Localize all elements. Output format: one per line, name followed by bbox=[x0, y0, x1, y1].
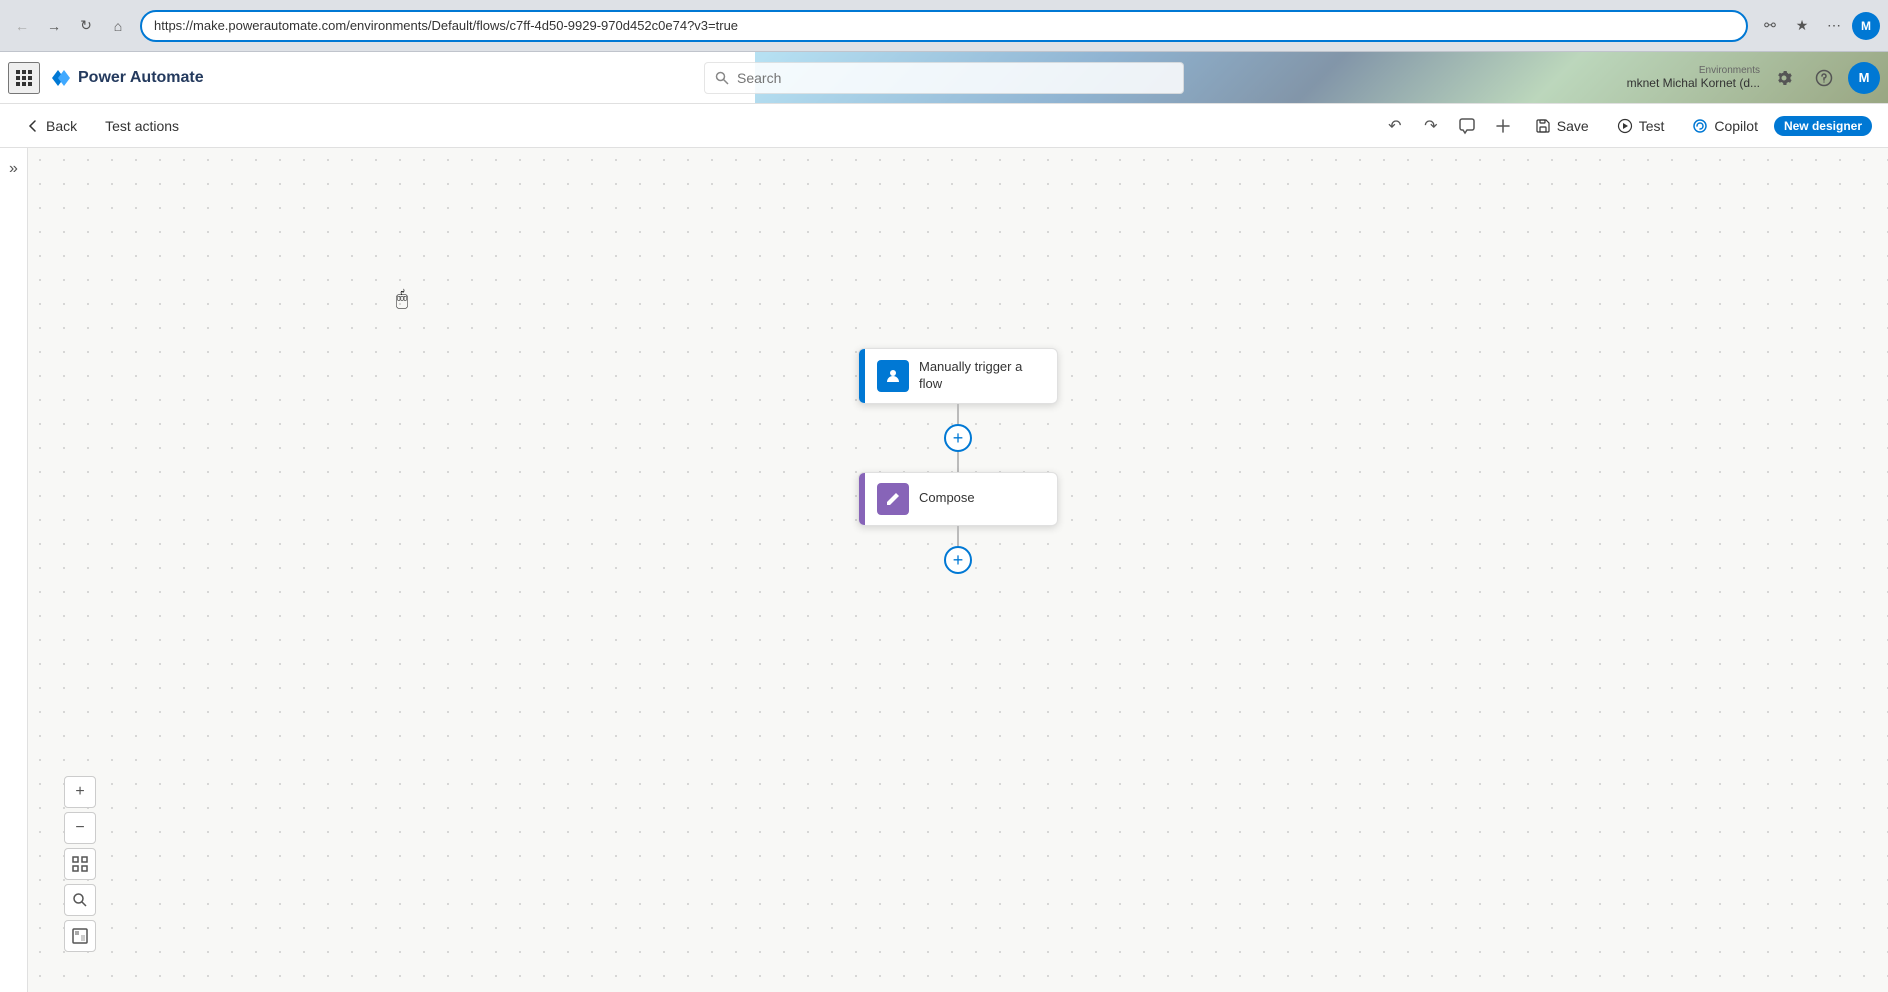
power-automate-logo-icon bbox=[48, 66, 72, 90]
variable-button[interactable] bbox=[1487, 110, 1519, 142]
search-canvas-icon bbox=[72, 892, 88, 908]
search-input[interactable] bbox=[737, 70, 1173, 86]
favorites-button[interactable]: ★ bbox=[1788, 12, 1816, 40]
environment-selector[interactable]: Environments mknet Michal Kornet (d... bbox=[1627, 65, 1760, 90]
variable-icon bbox=[1494, 117, 1512, 135]
connector-line-bottom bbox=[957, 452, 959, 472]
main-content: » 🖱 Manually trigger a flow bbox=[0, 148, 1888, 992]
waffle-button[interactable] bbox=[8, 62, 40, 94]
trigger-node[interactable]: Manually trigger a flow bbox=[858, 348, 1058, 404]
redo-button[interactable]: ↷ bbox=[1415, 110, 1447, 142]
back-button[interactable]: ← bbox=[8, 12, 36, 40]
settings-icon bbox=[1775, 69, 1793, 87]
connector-2: + bbox=[944, 526, 972, 574]
compose-node-label: Compose bbox=[919, 490, 975, 507]
back-icon bbox=[26, 119, 40, 133]
home-button[interactable]: ⌂ bbox=[104, 12, 132, 40]
settings-button[interactable] bbox=[1768, 62, 1800, 94]
header-right: Environments mknet Michal Kornet (d... M bbox=[1627, 62, 1880, 94]
search-icon bbox=[715, 71, 729, 85]
cursor-indicator: 🖱 bbox=[396, 288, 408, 311]
minimap-icon bbox=[72, 928, 88, 944]
url-text: https://make.powerautomate.com/environme… bbox=[154, 18, 738, 33]
undo-button[interactable]: ↶ bbox=[1379, 110, 1411, 142]
toolbar-right: ↶ ↷ Save Test bbox=[1379, 110, 1872, 142]
add-step-button-2[interactable]: + bbox=[944, 546, 972, 574]
redo-icon: ↷ bbox=[1424, 116, 1437, 136]
zoom-in-button[interactable]: + bbox=[64, 776, 96, 808]
test-actions-button[interactable]: Test actions bbox=[95, 112, 189, 140]
zoom-in-icon: + bbox=[75, 783, 84, 801]
extensions-button[interactable]: ⚯ bbox=[1756, 12, 1784, 40]
test-icon bbox=[1617, 118, 1633, 134]
comment-button[interactable] bbox=[1451, 110, 1483, 142]
user-avatar[interactable]: M bbox=[1848, 62, 1880, 94]
fit-icon bbox=[72, 856, 88, 872]
more-button[interactable]: ⋯ bbox=[1820, 12, 1848, 40]
zoom-out-button[interactable]: − bbox=[64, 812, 96, 844]
connector-line-top bbox=[957, 404, 959, 424]
sidebar-toggle[interactable]: » bbox=[0, 148, 28, 992]
flow-canvas[interactable]: 🖱 Manually trigger a flow bbox=[28, 148, 1888, 992]
connector-1: + bbox=[944, 404, 972, 472]
connector-line-2 bbox=[957, 526, 959, 546]
fit-view-button[interactable] bbox=[64, 848, 96, 880]
compose-node-icon bbox=[877, 483, 909, 515]
forward-button[interactable]: → bbox=[40, 12, 68, 40]
compose-node[interactable]: Compose bbox=[858, 472, 1058, 526]
zoom-controls: + − bbox=[64, 776, 96, 952]
help-button[interactable] bbox=[1808, 62, 1840, 94]
zoom-out-icon: − bbox=[75, 819, 84, 837]
browser-profile-avatar[interactable]: M bbox=[1852, 12, 1880, 40]
browser-chrome: ← → ↻ ⌂ https://make.powerautomate.com/e… bbox=[0, 0, 1888, 52]
help-icon bbox=[1815, 69, 1833, 87]
new-designer-button[interactable]: New designer bbox=[1774, 116, 1872, 136]
app-header: Power Automate Environments mknet Michal… bbox=[0, 52, 1888, 104]
save-icon bbox=[1535, 118, 1551, 134]
environment-name: mknet Michal Kornet (d... bbox=[1627, 76, 1760, 90]
browser-nav-buttons: ← → ↻ ⌂ bbox=[8, 12, 132, 40]
copilot-button[interactable]: Copilot bbox=[1680, 112, 1770, 140]
app-name: Power Automate bbox=[78, 69, 204, 87]
app-logo: Power Automate bbox=[48, 66, 204, 90]
expand-icon: » bbox=[9, 160, 18, 178]
undo-icon: ↶ bbox=[1388, 116, 1401, 136]
add-step-button-1[interactable]: + bbox=[944, 424, 972, 452]
test-button[interactable]: Test bbox=[1605, 112, 1677, 140]
trigger-node-icon bbox=[877, 360, 909, 392]
flow-container: Manually trigger a flow + Comp bbox=[858, 348, 1058, 574]
comment-icon bbox=[1458, 117, 1476, 135]
back-button[interactable]: Back bbox=[16, 112, 87, 140]
browser-actions: ⚯ ★ ⋯ M bbox=[1756, 12, 1880, 40]
compose-node-body: Compose bbox=[865, 473, 1057, 525]
address-bar[interactable]: https://make.powerautomate.com/environme… bbox=[140, 10, 1748, 42]
minimap-button[interactable] bbox=[64, 920, 96, 952]
trigger-node-body: Manually trigger a flow bbox=[865, 349, 1057, 403]
search-box[interactable] bbox=[704, 62, 1184, 94]
environment-label: Environments bbox=[1627, 65, 1760, 76]
toolbar: Back Test actions ↶ ↷ Save bbox=[0, 104, 1888, 148]
save-button[interactable]: Save bbox=[1523, 112, 1601, 140]
copilot-icon bbox=[1692, 118, 1708, 134]
search-canvas-button[interactable] bbox=[64, 884, 96, 916]
reload-button[interactable]: ↻ bbox=[72, 12, 100, 40]
trigger-node-label: Manually trigger a flow bbox=[919, 359, 1045, 393]
